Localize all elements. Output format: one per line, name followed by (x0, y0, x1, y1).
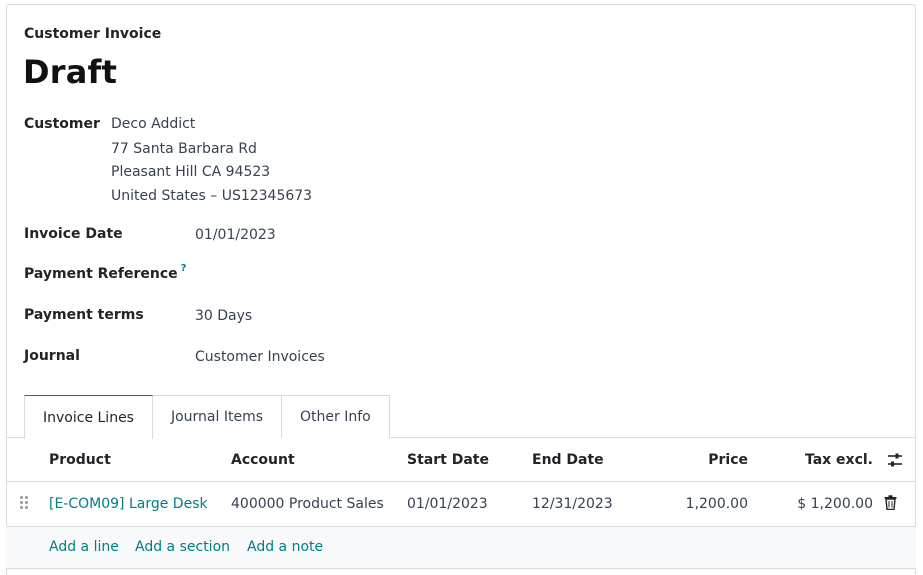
tab-journal-items[interactable]: Journal Items (151, 395, 283, 438)
invoice-date-label: Invoice Date (24, 226, 123, 242)
customer-name-field[interactable]: Deco Addict (111, 116, 195, 132)
tab-invoice-lines[interactable]: Invoice Lines (24, 395, 153, 439)
drag-handle-icon[interactable] (20, 496, 30, 512)
column-header-start-date[interactable]: Start Date (407, 452, 489, 468)
line-tax-excl-cell: $ 1,200.00 (797, 496, 873, 512)
customer-address-line3: United States – US12345673 (111, 188, 313, 204)
column-header-account[interactable]: Account (231, 452, 295, 468)
customer-address-line1: 77 Santa Barbara Rd (111, 141, 257, 157)
footer-divider (6, 568, 916, 569)
add-section-link[interactable]: Add a section (135, 539, 230, 555)
journal-label: Journal (24, 348, 80, 364)
column-header-tax-excl[interactable]: Tax excl. (805, 452, 873, 468)
document-type-label: Customer Invoice (24, 26, 162, 42)
column-header-price[interactable]: Price (708, 452, 748, 468)
payment-reference-field[interactable] (195, 266, 695, 286)
journal-field[interactable]: Customer Invoices (195, 349, 325, 365)
line-start-date-cell[interactable]: 01/01/2023 (407, 496, 488, 512)
header-row-divider (6, 481, 916, 482)
customer-address-line2: Pleasant Hill CA 94523 (111, 164, 271, 180)
sliders-icon[interactable] (886, 451, 904, 469)
customer-label: Customer (24, 116, 100, 132)
tab-other-info[interactable]: Other Info (281, 395, 390, 438)
payment-terms-field[interactable]: 30 Days (195, 308, 252, 324)
line-price-cell[interactable]: 1,200.00 (686, 496, 748, 512)
trash-icon[interactable] (884, 495, 897, 511)
invoice-form-sheet (6, 4, 916, 575)
add-note-link[interactable]: Add a note (247, 539, 323, 555)
line-product-cell[interactable]: [E-COM09] Large Desk (49, 496, 208, 512)
payment-terms-label: Payment terms (24, 307, 144, 323)
column-header-end-date[interactable]: End Date (532, 452, 604, 468)
payment-reference-label-text: Payment Reference (24, 266, 178, 282)
payment-reference-label: Payment Reference? (24, 263, 187, 282)
line-end-date-cell[interactable]: 12/31/2023 (532, 496, 613, 512)
line-account-cell[interactable]: 400000 Product Sales (231, 496, 384, 512)
invoice-date-field[interactable]: 01/01/2023 (195, 227, 276, 243)
invoice-state-title: Draft (23, 53, 118, 91)
column-header-product[interactable]: Product (49, 452, 111, 468)
add-line-link[interactable]: Add a line (49, 539, 119, 555)
help-tooltip-icon[interactable]: ? (181, 263, 187, 274)
form-tabs: Invoice Lines Journal Items Other Info (24, 395, 390, 439)
